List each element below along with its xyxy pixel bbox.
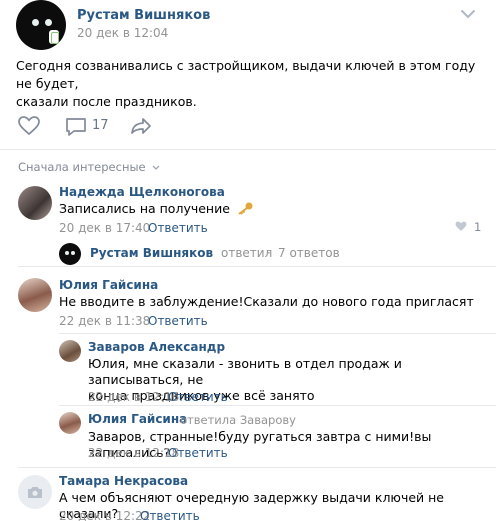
commenter-avatar[interactable] — [59, 412, 81, 434]
post-text-line: сказали после праздников. — [16, 94, 197, 109]
heart-icon — [18, 116, 40, 136]
commenter-avatar[interactable] — [18, 186, 52, 220]
comment-date[interactable]: 22 дек в 12:18 — [88, 446, 179, 460]
post-text-line: Сегодня созванивались с застройщиком, вы… — [16, 58, 476, 91]
comment-date[interactable]: 20 дек в 17:40 — [59, 221, 150, 235]
reply-button[interactable]: Ответить — [140, 509, 200, 521]
share-button[interactable] — [130, 117, 152, 137]
camera-icon — [28, 487, 42, 498]
sort-label: Сначала интересные — [18, 160, 146, 174]
key-icon — [238, 202, 253, 215]
post-author[interactable]: Рустам Вишняков — [77, 8, 210, 23]
post-date[interactable]: 20 дек в 12:04 — [77, 26, 168, 40]
comment-text: Не вводите в заблуждение!Сказали до ново… — [59, 294, 474, 309]
comment-date[interactable]: 22 дек в 12:16 — [88, 390, 179, 404]
thread-avatar — [59, 243, 81, 265]
comment-icon — [66, 118, 86, 136]
commenter-avatar[interactable] — [59, 340, 81, 362]
reply-button[interactable]: Ответить — [148, 221, 208, 235]
thread-action: ответил — [221, 246, 273, 260]
thread-link[interactable]: Рустам Вишняков ответил · 7 ответов — [59, 242, 479, 268]
comment-like-button[interactable]: 1 — [455, 219, 485, 235]
post-header: Рустам Вишняков 20 дек в 12:04 — [0, 0, 496, 50]
divider — [0, 149, 496, 150]
reply-button[interactable]: Ответить — [168, 390, 228, 404]
post-text: Сегодня созванивались с застройщиком, вы… — [16, 57, 486, 111]
reply-button[interactable]: Ответить — [168, 446, 228, 460]
thread-separator: · — [267, 246, 271, 260]
comments-count: 17 — [92, 118, 109, 133]
comment-date[interactable]: 22 дек в 11:38 — [59, 314, 150, 328]
heart-icon — [455, 221, 467, 231]
post-menu-chevron-icon[interactable] — [460, 8, 476, 20]
share-icon — [131, 118, 151, 134]
post-actions: 17 — [0, 112, 496, 140]
comment-addressee[interactable]: ответила Заварову — [180, 413, 296, 427]
comment: Тамара Некрасова А чем объясняют очередн… — [0, 468, 496, 521]
online-mobile-icon — [49, 30, 59, 44]
comment-date[interactable]: 20 дек в 12:22 — [59, 509, 150, 521]
comment-author[interactable]: Заваров Александр — [88, 340, 225, 354]
chevron-down-icon — [152, 165, 160, 170]
divider — [18, 266, 496, 267]
comment: Юлия Гайсина Не вводите в заблуждение!Ск… — [0, 272, 496, 332]
comments-button[interactable]: 17 — [65, 116, 125, 138]
comment: Надежда Щелконогова Записались на получе… — [0, 180, 496, 275]
comment-author[interactable]: Надежда Щелконогова — [59, 185, 225, 199]
comment-text-line: Юлия, мне сказали - звонить в отдел прод… — [88, 356, 402, 387]
like-count: 1 — [473, 220, 482, 234]
reply-comment: Заваров Александр Юлия, мне сказали - зв… — [0, 334, 496, 404]
sort-dropdown[interactable]: Сначала интересные — [18, 160, 160, 174]
comment-author[interactable]: Юлия Гайсина — [88, 412, 187, 426]
commenter-avatar[interactable] — [18, 475, 52, 509]
commenter-avatar[interactable] — [18, 278, 52, 312]
comment-text: Записались на получение — [59, 201, 254, 217]
reply-button[interactable]: Ответить — [148, 314, 208, 328]
thread-author: Рустам Вишняков — [90, 246, 214, 260]
thread-replies: 7 ответов — [278, 246, 340, 260]
comment-author[interactable]: Тамара Некрасова — [59, 474, 188, 488]
reply-comment: Юлия Гайсина ответила Заварову Заваров, … — [0, 406, 496, 462]
comment-author[interactable]: Юлия Гайсина — [59, 278, 158, 292]
like-button[interactable] — [18, 116, 40, 136]
